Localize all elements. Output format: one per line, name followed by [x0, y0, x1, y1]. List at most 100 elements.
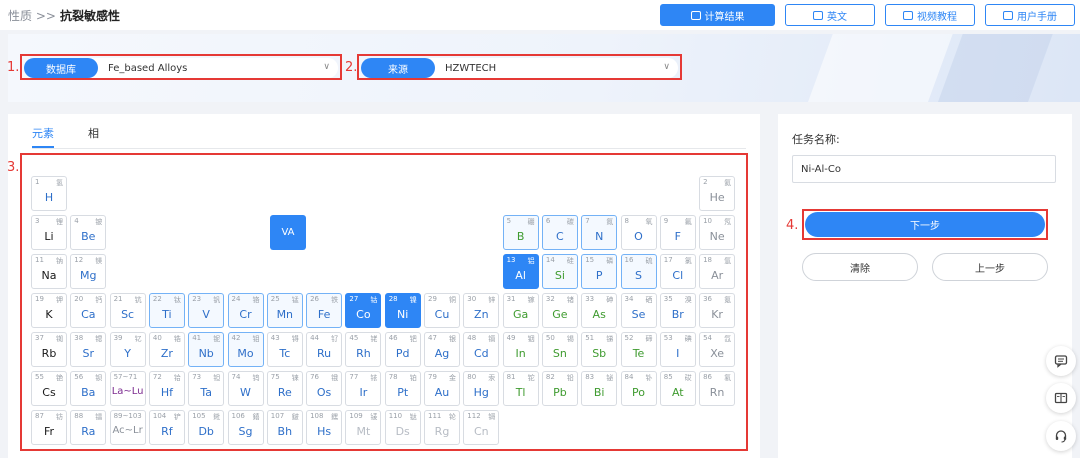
calc-result-button[interactable]: 计算结果: [660, 4, 775, 26]
element-pt[interactable]: 78 铂 Pt: [384, 371, 421, 406]
english-button[interactable]: 英文: [785, 4, 875, 26]
database-select[interactable]: 数据库 Fe_based Alloys ∨: [20, 54, 342, 80]
element-ar[interactable]: 18 氩 Ar: [699, 254, 736, 289]
element-li[interactable]: 3 锂 Li: [31, 215, 67, 250]
element-o[interactable]: 8 氧O: [620, 215, 657, 250]
element-hf[interactable]: 72 铪 Hf: [148, 371, 185, 406]
element-rn[interactable]: 86 氡 Rn: [699, 371, 736, 406]
element-ni[interactable]: 28 镍 Ni: [384, 293, 421, 328]
element-xe[interactable]: 54 氙 Xe: [699, 332, 736, 367]
element-ge[interactable]: 32 锗 Ge: [541, 293, 578, 328]
element-au[interactable]: 79 金 Au: [424, 371, 460, 406]
task-name-input[interactable]: Ni-Al-Co: [792, 155, 1056, 183]
element-pb[interactable]: 82 铅 Pb: [541, 371, 578, 406]
element-na[interactable]: 11 钠 Na: [31, 254, 67, 289]
element-hs[interactable]: 108 𨭆 Hs: [306, 410, 343, 445]
tab-phase[interactable]: 相: [88, 125, 99, 141]
breadcrumb-parent[interactable]: 性质 >>: [8, 9, 56, 23]
video-tutorial-button[interactable]: 视频教程: [885, 4, 975, 26]
element-zr[interactable]: 40 锆 Zr: [148, 332, 185, 367]
element-i[interactable]: 53 碘 I: [659, 332, 696, 367]
element-te[interactable]: 52 碲 Te: [620, 332, 657, 367]
element-ta[interactable]: 73 钽 Ta: [188, 371, 225, 406]
element-tc[interactable]: 43 锝 Tc: [266, 332, 303, 367]
element-cn[interactable]: 112 鿔 Cn: [463, 410, 500, 445]
element-as[interactable]: 33 砷 As: [581, 293, 618, 328]
element-cl[interactable]: 17 氯 Cl: [659, 254, 696, 289]
element-n[interactable]: 7 氮N: [581, 215, 618, 250]
element-fr[interactable]: 87 钫 Fr: [31, 410, 67, 445]
element-os[interactable]: 76 锇 Os: [306, 371, 343, 406]
headset-icon[interactable]: [1046, 421, 1076, 451]
element-ag[interactable]: 47 银 Ag: [424, 332, 460, 367]
element-in[interactable]: 49 铟 In: [502, 332, 539, 367]
element-f[interactable]: 9 氟F: [659, 215, 696, 250]
element-ti[interactable]: 22 钛 Ti: [148, 293, 185, 328]
element-s[interactable]: 16 硫 S: [620, 254, 657, 289]
next-step-button[interactable]: 下一步: [805, 212, 1045, 237]
element-ru[interactable]: 44 钌 Ru: [306, 332, 343, 367]
book-icon[interactable]: [1046, 383, 1076, 413]
element-cr[interactable]: 24 铬 Cr: [227, 293, 264, 328]
element-ga[interactable]: 31 镓 Ga: [502, 293, 539, 328]
element-y[interactable]: 39 钇 Y: [109, 332, 146, 367]
element-ds[interactable]: 110 𫟼 Ds: [384, 410, 421, 445]
element-ra[interactable]: 88 镭 Ra: [70, 410, 107, 445]
element-ne[interactable]: 10 氖 Ne: [699, 215, 736, 250]
element-ir[interactable]: 77 铱 Ir: [345, 371, 382, 406]
element-w[interactable]: 74 钨 W: [227, 371, 264, 406]
element-v[interactable]: 23 钒 V: [188, 293, 225, 328]
element-mg[interactable]: 12 镁 Mg: [70, 254, 107, 289]
element-la-lu[interactable]: 57~71 La~Lu: [109, 371, 146, 406]
prev-step-button[interactable]: 上一步: [932, 253, 1048, 281]
element-sr[interactable]: 38 锶 Sr: [70, 332, 107, 367]
element-tl[interactable]: 81 铊 Tl: [502, 371, 539, 406]
element-be[interactable]: 4 铍 Be: [70, 215, 107, 250]
element-co[interactable]: 27 钴 Co: [345, 293, 382, 328]
element-sc[interactable]: 21 钪 Sc: [109, 293, 146, 328]
element-h[interactable]: 1 氢H: [31, 176, 67, 211]
element-bi[interactable]: 83 铋 Bi: [581, 371, 618, 406]
element-c[interactable]: 6 碳C: [541, 215, 578, 250]
clear-button[interactable]: 清除: [802, 253, 918, 281]
chat-icon[interactable]: [1046, 346, 1076, 376]
element-at[interactable]: 85 砹 At: [659, 371, 696, 406]
element-mt[interactable]: 109 鿏 Mt: [345, 410, 382, 445]
element-pd[interactable]: 46 钯 Pd: [384, 332, 421, 367]
element-rb[interactable]: 37 铷 Rb: [31, 332, 67, 367]
element-mo[interactable]: 42 钼 Mo: [227, 332, 264, 367]
element-si[interactable]: 14 硅 Si: [541, 254, 578, 289]
element-cu[interactable]: 29 铜 Cu: [424, 293, 460, 328]
element-rf[interactable]: 104 铲 Rf: [148, 410, 185, 445]
element-cd[interactable]: 48 镉 Cd: [463, 332, 500, 367]
element-mn[interactable]: 25 锰 Mn: [266, 293, 303, 328]
element-db[interactable]: 105 𨧀 Db: [188, 410, 225, 445]
element-he[interactable]: 2 氦 He: [699, 176, 736, 211]
element-sb[interactable]: 51 锑 Sb: [581, 332, 618, 367]
element-hg[interactable]: 80 汞 Hg: [463, 371, 500, 406]
source-select[interactable]: 来源 HZWTECH ∨: [357, 54, 682, 80]
element-p[interactable]: 15 磷 P: [581, 254, 618, 289]
element-bh[interactable]: 107 𨨏 Bh: [266, 410, 303, 445]
element-se[interactable]: 34 硒 Se: [620, 293, 657, 328]
element-zn[interactable]: 30 锌 Zn: [463, 293, 500, 328]
element-cs[interactable]: 55 铯 Cs: [31, 371, 67, 406]
element-b[interactable]: 5 硼B: [502, 215, 539, 250]
element-br[interactable]: 35 溴 Br: [659, 293, 696, 328]
element-k[interactable]: 19 钾 K: [31, 293, 67, 328]
element-rh[interactable]: 45 铑 Rh: [345, 332, 382, 367]
element-fe[interactable]: 26 铁 Fe: [306, 293, 343, 328]
user-manual-button[interactable]: 用户手册: [985, 4, 1075, 26]
element-nb[interactable]: 41 铌 Nb: [188, 332, 225, 367]
element-rg[interactable]: 111 𬬭 Rg: [424, 410, 460, 445]
va-group-button[interactable]: VA: [270, 215, 306, 250]
element-ac-lr[interactable]: 89~103 Ac~Lr: [109, 410, 146, 445]
element-ca[interactable]: 20 钙 Ca: [70, 293, 107, 328]
tab-elements[interactable]: 元素: [32, 125, 54, 141]
element-sg[interactable]: 106 𨭎 Sg: [227, 410, 264, 445]
element-po[interactable]: 84 钋 Po: [620, 371, 657, 406]
element-re[interactable]: 75 铼 Re: [266, 371, 303, 406]
element-al[interactable]: 13 铝 Al: [502, 254, 539, 289]
element-kr[interactable]: 36 氪 Kr: [699, 293, 736, 328]
element-ba[interactable]: 56 钡 Ba: [70, 371, 107, 406]
